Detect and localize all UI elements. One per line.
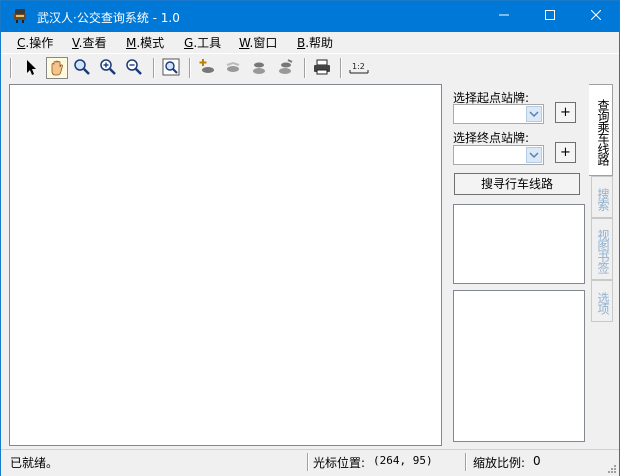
menu-view-key: V [72,36,79,50]
add-end-station-button[interactable]: + [555,142,576,163]
search-route-button[interactable]: 搜寻行车线路 [454,173,580,195]
toolbar: 1:2 [1,53,619,82]
chevron-down-icon [529,152,539,159]
route-results-list[interactable] [453,204,585,284]
hand-pan-icon [51,60,63,76]
zoom-window-icon [162,58,180,76]
add-route-icon [199,59,214,73]
status-ready-text: 已就绪。 [10,456,59,470]
menu-help[interactable]: B.帮助 [297,34,333,51]
end-station-label: 选择终点站牌: [453,131,530,145]
zoom-out-button[interactable] [124,57,146,79]
window-title: 武汉人·公交查询系统 - 1.0 [37,11,180,25]
menu-bar: C.操作 V.查看 M.模式 G.工具 W.窗口 B.帮助 [1,32,619,52]
status-bar: 已就绪。 光标位置: (264, 95) 缩放比例: 0 [1,449,619,476]
maximize-icon [545,10,555,20]
menu-tools-label: .工具 [193,36,222,50]
pan-tool-button[interactable] [46,57,68,79]
menu-help-key: B [297,36,306,50]
tab-search[interactable]: 搜索 [591,176,613,218]
menu-help-label: .帮助 [305,36,334,50]
status-divider [465,453,467,471]
toolbar-separator [189,58,191,78]
toolbar-separator [153,58,155,78]
menu-mode-label: .模式 [136,36,165,50]
resize-grip-icon[interactable] [607,464,617,474]
toolbar-separator [304,58,306,78]
zoom-extent-button[interactable] [72,57,94,79]
route-2-button[interactable] [249,57,271,79]
menu-view[interactable]: V.查看 [72,34,107,51]
zoom-in-icon [100,59,116,75]
print-icon [314,59,330,75]
map-canvas[interactable] [9,84,442,446]
menu-tools[interactable]: G.工具 [184,34,221,51]
toolbar-separator [340,58,342,78]
pointer-icon [27,60,36,75]
scale-label: 1:2 [352,62,365,71]
status-divider [307,453,309,471]
scale-icon: 1:2 [349,62,369,74]
app-logo-icon [14,9,26,23]
menu-window[interactable]: W.窗口 [239,34,277,51]
route-1-button[interactable] [223,57,245,79]
tab-options[interactable]: 选项 [591,280,613,322]
route-details-list[interactable] [453,290,585,442]
title-bar[interactable]: 武汉人·公交查询系统 - 1.0 [1,1,619,32]
tab-route-query[interactable]: 查询乘车线路 [589,84,613,176]
end-station-dropdown[interactable] [526,147,542,163]
route-3-button[interactable] [275,57,297,79]
add-route-button[interactable] [197,57,219,79]
route-2-icon [253,62,265,74]
print-button[interactable] [312,57,334,79]
menu-window-key: W [239,36,250,50]
close-button[interactable] [573,1,619,32]
start-station-dropdown[interactable] [526,106,542,122]
zoom-extent-icon [74,59,90,75]
zoom-window-button[interactable] [161,57,183,79]
scale-button[interactable]: 1:2 [348,57,372,79]
zoom-scale-value: 0 [533,454,541,468]
add-start-station-button[interactable]: + [555,102,576,123]
zoom-in-button[interactable] [98,57,120,79]
end-station-combo[interactable] [453,145,544,165]
tab-view-bookmarks[interactable]: 视图书签 [591,218,613,280]
chevron-down-icon [529,111,539,118]
pointer-tool-button[interactable] [20,57,42,79]
cursor-position-label: 光标位置: [313,456,366,470]
minimize-icon [499,14,509,16]
menu-window-label: .窗口 [249,36,278,50]
menu-view-label: .查看 [78,36,107,50]
close-icon [590,9,602,21]
menu-mode[interactable]: M.模式 [126,34,164,51]
menu-operate[interactable]: C.操作 [17,34,53,51]
start-station-combo[interactable] [453,104,544,124]
minimize-button[interactable] [481,1,527,32]
maximize-button[interactable] [527,1,573,32]
cursor-position-value: (264, 95) [373,454,433,467]
zoom-out-icon [126,59,142,75]
route-query-panel: 选择起点站牌: + 选择终点站牌: + 搜寻行车线路 [445,84,591,446]
route-1-icon [226,61,240,72]
toolbar-separator [10,58,12,78]
menu-operate-label: .操作 [25,36,54,50]
route-3-icon [279,59,293,74]
side-tab-strip: 查询乘车线路 搜索 视图书签 选项 [589,84,615,446]
menu-tools-key: G [184,36,194,50]
app-window: 武汉人·公交查询系统 - 1.0 C.操作 V.查看 M.模式 G.工具 W.窗… [0,0,620,476]
menu-mode-key: M [126,36,137,50]
zoom-scale-label: 缩放比例: [473,456,526,470]
